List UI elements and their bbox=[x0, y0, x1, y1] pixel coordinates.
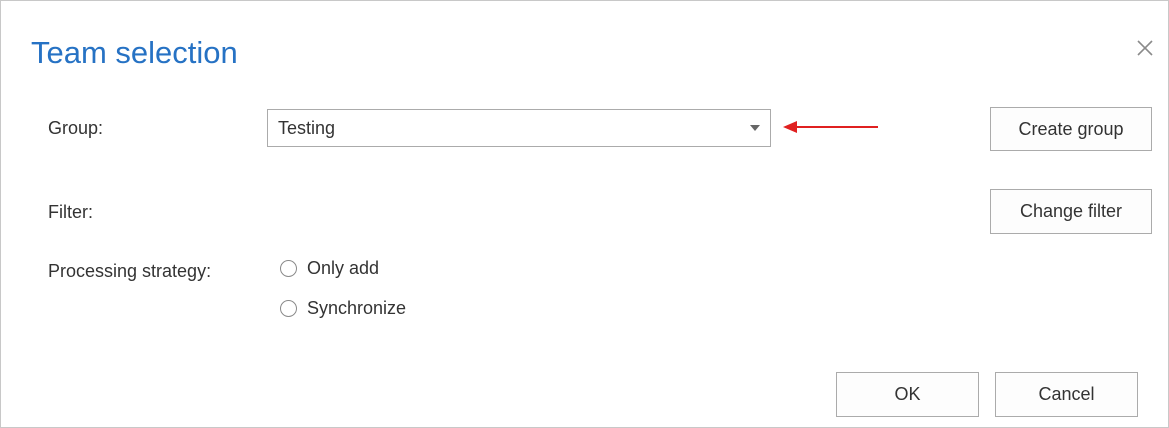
ok-button[interactable]: OK bbox=[836, 372, 979, 417]
radio-only-add[interactable]: Only add bbox=[280, 258, 379, 279]
close-icon bbox=[1137, 40, 1153, 56]
processing-strategy-label: Processing strategy: bbox=[48, 261, 212, 281]
dialog-title: Team selection bbox=[31, 35, 238, 70]
radio-button[interactable] bbox=[280, 260, 297, 277]
change-filter-button[interactable]: Change filter bbox=[990, 189, 1152, 234]
radio-label: Only add bbox=[307, 258, 380, 278]
team-selection-dialog: Team selection Group: Testing Create gro… bbox=[0, 0, 1169, 428]
group-select-value: Testing bbox=[278, 117, 336, 138]
radio-label: Synchronize bbox=[307, 298, 407, 318]
filter-label: Filter: bbox=[48, 202, 93, 222]
radio-synchronize[interactable]: Synchronize bbox=[280, 298, 406, 319]
radio-button[interactable] bbox=[280, 300, 297, 317]
annotation-arrow-icon bbox=[783, 121, 878, 133]
chevron-down-icon bbox=[740, 124, 770, 132]
create-group-button[interactable]: Create group bbox=[990, 107, 1152, 151]
cancel-button[interactable]: Cancel bbox=[995, 372, 1138, 417]
group-select[interactable]: Testing bbox=[267, 109, 771, 147]
close-button[interactable] bbox=[1130, 33, 1160, 63]
group-label: Group: bbox=[48, 118, 104, 138]
